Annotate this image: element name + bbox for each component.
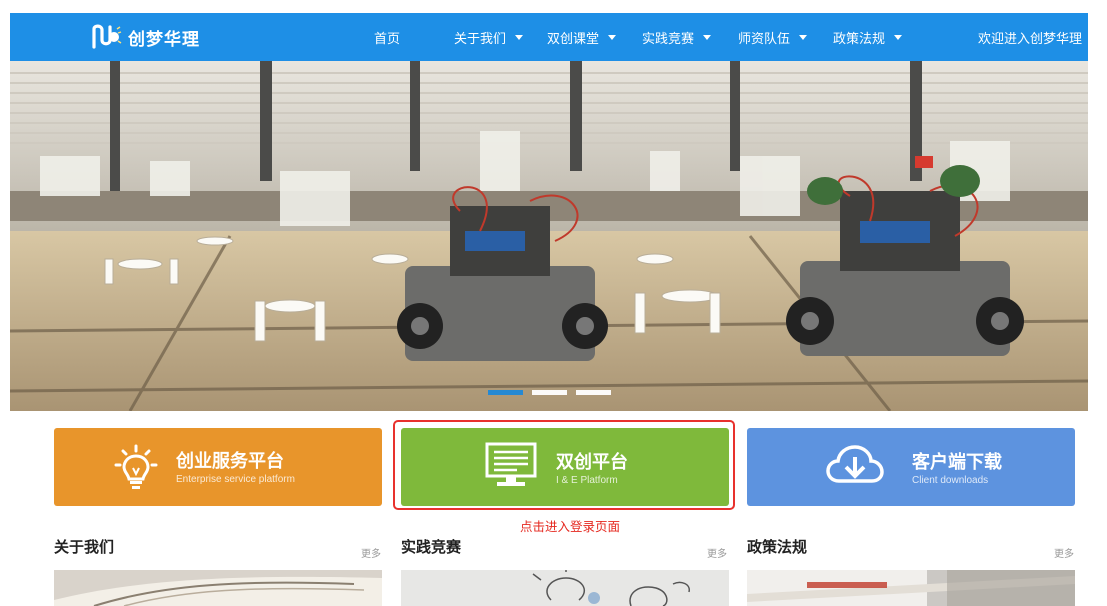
monitor-icon bbox=[485, 442, 537, 486]
brand-name: 创梦华理 bbox=[128, 29, 200, 50]
top-nav-bar: 创梦华理 首页 关于我们 双创课堂 实践竞赛 师资队伍 政策法规 欢迎进入创梦华… bbox=[10, 13, 1088, 61]
nav-label: 政策法规 bbox=[833, 32, 886, 47]
card-subtitle: I & E Platform bbox=[556, 475, 618, 486]
more-link-policy[interactable]: 更多 bbox=[1054, 545, 1074, 560]
welcome-link[interactable]: 欢迎进入创梦华理 bbox=[978, 28, 1082, 47]
caret-down-icon bbox=[894, 35, 903, 40]
cloud-download-icon bbox=[826, 445, 884, 483]
book-image bbox=[54, 570, 382, 606]
card-title: 双创平台 bbox=[556, 452, 628, 473]
about-thumbnail[interactable] bbox=[54, 570, 382, 606]
nav-label: 实践竞赛 bbox=[642, 32, 695, 47]
nav-item-classroom[interactable]: 双创课堂 bbox=[547, 28, 617, 47]
caret-down-icon bbox=[515, 35, 524, 40]
client-download-card[interactable]: 客户端下载 Client downloads bbox=[747, 428, 1075, 506]
more-link-about[interactable]: 更多 bbox=[361, 545, 381, 560]
nav-item-faculty[interactable]: 师资队伍 bbox=[738, 28, 808, 47]
caret-down-icon bbox=[608, 35, 617, 40]
logo-mark-icon bbox=[92, 24, 122, 49]
lightbulb-icon bbox=[114, 444, 158, 489]
carousel-dot[interactable] bbox=[531, 390, 567, 395]
section-title-policy: 政策法规 bbox=[747, 538, 808, 556]
brand-logo[interactable]: 创梦华理 bbox=[90, 23, 200, 51]
nav-label: 首页 bbox=[374, 32, 401, 47]
card-subtitle: Client downloads bbox=[912, 475, 989, 486]
login-annotation: 点击进入登录页面 bbox=[520, 519, 621, 534]
nav-item-home[interactable]: 首页 bbox=[374, 28, 400, 47]
startup-service-card[interactable]: 创业服务平台 Enterprise service platform bbox=[54, 428, 382, 506]
section-title-competition: 实践竞赛 bbox=[401, 538, 462, 556]
caret-down-icon bbox=[799, 35, 808, 40]
nav-item-competition[interactable]: 实践竞赛 bbox=[642, 28, 712, 47]
competition-thumbnail[interactable] bbox=[401, 570, 729, 606]
hero-image bbox=[10, 61, 1088, 411]
card-title: 客户端下载 bbox=[912, 452, 1002, 473]
caret-down-icon bbox=[703, 35, 712, 40]
ideas-image bbox=[401, 570, 729, 606]
more-link-competition[interactable]: 更多 bbox=[707, 545, 727, 560]
hero-carousel[interactable] bbox=[10, 61, 1088, 411]
welcome-text: 欢迎进入创梦华理 bbox=[978, 32, 1083, 47]
ie-platform-card[interactable]: 双创平台 I & E Platform bbox=[401, 428, 729, 506]
card-title: 创业服务平台 bbox=[176, 451, 284, 472]
nav-label: 双创课堂 bbox=[547, 32, 600, 47]
section-title-about: 关于我们 bbox=[54, 538, 115, 556]
carousel-dot[interactable] bbox=[487, 390, 523, 395]
nav-item-about[interactable]: 关于我们 bbox=[454, 28, 524, 47]
documents-image bbox=[747, 570, 1075, 606]
nav-label: 师资队伍 bbox=[738, 32, 791, 47]
policy-thumbnail[interactable] bbox=[747, 570, 1075, 606]
card-subtitle: Enterprise service platform bbox=[176, 474, 295, 485]
carousel-dot[interactable] bbox=[575, 390, 611, 395]
carousel-indicators bbox=[10, 390, 1088, 395]
nav-item-policy[interactable]: 政策法规 bbox=[833, 28, 903, 47]
nav-label: 关于我们 bbox=[454, 32, 507, 47]
